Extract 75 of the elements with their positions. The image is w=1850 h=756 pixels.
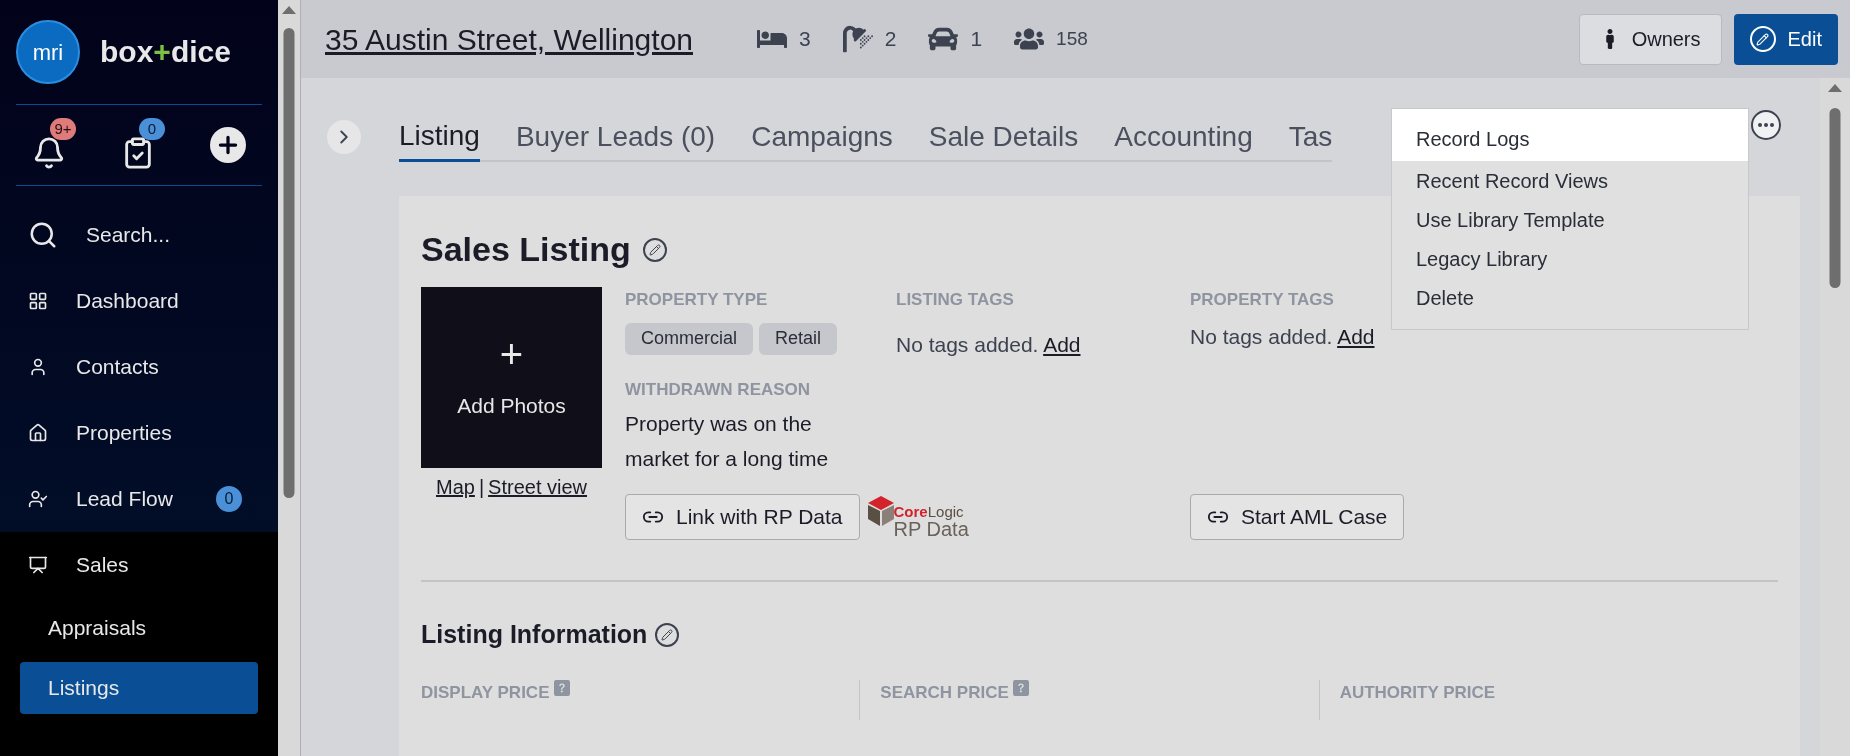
edit-icon[interactable] [655,622,680,647]
help-icon[interactable] [553,679,570,696]
field-label: SEARCH PRICE [880,681,1009,704]
field-label: AUTHORITY PRICE [1339,681,1496,704]
scrollbar[interactable] [278,0,300,756]
property-address[interactable]: 35 Austin Street, Wellington [325,16,693,62]
empty-tags-text: No tags added. [1190,324,1333,348]
start-aml-case-button[interactable]: Start AML Case [1190,494,1405,540]
field-label: PROPERTY TYPE [625,289,768,311]
withdrawn-reason-text: Property was on the market for a long time [625,411,830,472]
nav-item[interactable]: Search... [0,202,278,268]
nav-subitem[interactable]: Listings [20,662,258,714]
tab[interactable]: Accounting [1114,112,1253,162]
bath-icon [842,24,873,54]
tab[interactable]: Listing [399,112,480,162]
nav-item[interactable]: Sales [0,532,278,598]
separator: | [478,475,485,500]
tab[interactable]: Buyer Leads (0) [515,112,716,162]
menu-item[interactable]: Record Logs [1392,109,1748,161]
dashboard-icon [28,291,48,311]
add-button[interactable] [210,127,246,163]
field-label: WITHDRAWN REASON [625,378,811,401]
menu-item[interactable]: Legacy Library [1392,239,1748,278]
nav-subitem[interactable]: Appraisals [20,602,258,654]
stat-value: 3 [799,26,811,53]
stat-value: 2 [884,26,897,53]
section-title: Listing Information [421,619,648,650]
map-link[interactable]: Map [435,472,475,502]
add-photos-tile[interactable]: + Add Photos [421,287,602,468]
menu-item[interactable]: Use Library Template [1392,200,1748,239]
count-badge: 0 [216,486,242,512]
field-label: DISPLAY PRICE [421,681,550,704]
contacts-icon [28,357,48,377]
edit-icon[interactable] [642,237,667,262]
link-rp-data-button[interactable]: Link with RP Data [625,494,860,540]
nav-item[interactable]: Dashboard [0,268,278,334]
stat-value: 1 [970,26,983,53]
empty-tags-text: No tags added. [896,332,1039,356]
menu-item[interactable]: Delete [1392,278,1748,317]
count-badge: 9+ [50,118,76,140]
count-badge: 0 [139,118,165,140]
edit-button[interactable]: Edit [1733,13,1838,65]
tasks-button[interactable]: 0 [121,118,169,172]
nav-item[interactable]: Lead Flow 0 [0,466,278,532]
more-options-button[interactable] [1751,110,1781,140]
rp-data-logo: CoreLogic RP Data [867,495,969,539]
field-label: LISTING TAGS [896,289,1014,311]
properties-icon [28,423,48,443]
property-type-tag: Retail [759,322,838,355]
nav-item[interactable]: Properties [0,400,278,466]
owners-button[interactable]: Owners [1578,13,1722,65]
expand-button[interactable] [327,120,361,154]
scrollbar[interactable] [1820,78,1850,756]
leadflow-icon [28,489,48,509]
field-label: PROPERTY TAGS [1190,289,1334,311]
add-link[interactable]: Add [1043,332,1081,356]
nav-item[interactable]: Contacts [0,334,278,400]
ellipsis-icon [1758,123,1774,127]
sales-icon [28,555,48,575]
bell-icon [32,136,66,170]
notifications-button[interactable]: 9+ [32,118,80,172]
card-title: Sales Listing [421,229,631,270]
logo-mark: mri [16,20,80,84]
help-icon[interactable] [1012,679,1029,696]
add-link[interactable]: Add [1337,324,1375,348]
tab[interactable]: Sale Details [928,112,1079,162]
map-link[interactable]: Street view [488,472,587,502]
pencil-icon [1749,26,1776,52]
property-type-tag: Commercial [625,322,753,355]
brand-logo: box+dice [100,37,231,67]
menu-item[interactable]: Recent Record Views [1392,161,1748,200]
stat-value: 158 [1056,26,1088,51]
tab[interactable]: Tas [1288,112,1333,162]
tab[interactable]: Campaigns [751,112,893,162]
search-icon [28,220,58,250]
